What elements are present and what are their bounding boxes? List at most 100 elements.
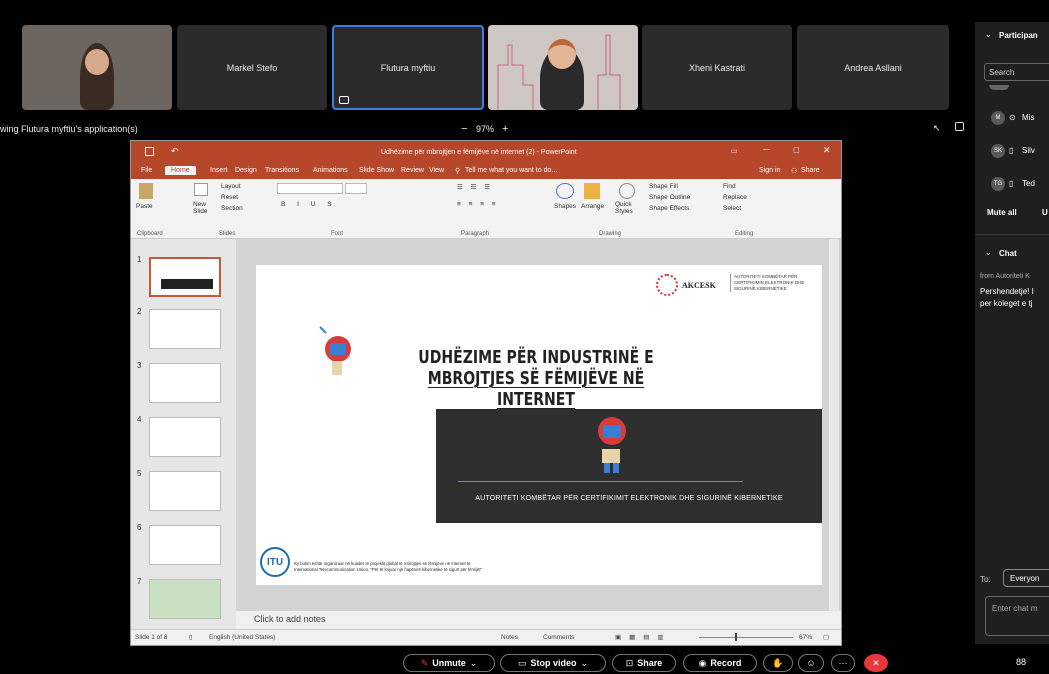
slide-thumb-5[interactable] [149, 471, 221, 511]
record-icon: ◉ [698, 657, 707, 668]
participant-name[interactable]: Mis [1022, 113, 1034, 122]
current-slide[interactable]: AKCESK AUTORITETI KOMBËTAR PËR CERTIFIKI… [256, 265, 822, 585]
minimize-icon[interactable]: — [763, 146, 770, 153]
maximize-icon[interactable]: ▢ [793, 146, 800, 154]
ppt-ribbon-tabs: File Home Insert Design Transitions Anim… [131, 165, 841, 179]
chat-recipient-select[interactable]: Everyon [1003, 569, 1049, 587]
shape-outline-button[interactable]: Shape Outline [649, 194, 690, 201]
zoom-slider-thumb[interactable] [735, 633, 737, 641]
paste-icon[interactable] [139, 183, 153, 199]
ppt-share-button[interactable]: Share [801, 167, 820, 174]
fit-slide-icon[interactable]: ▢ [823, 633, 829, 641]
notes-pane[interactable]: Click to add notes [236, 611, 841, 629]
section-button[interactable]: Section [221, 205, 243, 212]
spellcheck-icon[interactable]: ▯ [189, 633, 193, 641]
zoom-slider[interactable] [699, 637, 793, 638]
mascot-standing-icon [598, 417, 626, 473]
sign-in-link[interactable]: Sign in [759, 167, 780, 174]
zoom-out-button[interactable]: − [461, 123, 467, 135]
video-tile-markel-stefo[interactable]: Markel Stefo [177, 25, 327, 110]
font-size-input[interactable] [345, 183, 367, 194]
slide-thumb-1[interactable] [149, 257, 221, 297]
unmute-button[interactable]: ✎ Unmute ⌄ [403, 654, 495, 672]
new-slide-icon[interactable] [194, 183, 208, 196]
ribbon-display-icon[interactable]: ▭ [731, 147, 738, 155]
slide-thumb-4[interactable] [149, 417, 221, 457]
tab-animations[interactable]: Animations [313, 167, 348, 174]
undo-icon[interactable]: ↶ [171, 146, 179, 157]
shapes-icon[interactable] [556, 183, 574, 199]
video-tile-xheni-kastrati[interactable]: Xheni Kastrati [642, 25, 792, 110]
share-viewing-bar: wing Flutura myftiu's application(s) − 9… [0, 118, 975, 140]
raise-hand-button[interactable]: ✋ [763, 654, 793, 672]
slide-scrollbar[interactable] [829, 239, 839, 611]
share-screen-icon: ⊡ [625, 657, 634, 668]
slide-thumbnails-pane: 1 2 3 4 5 6 7 [131, 239, 236, 629]
notes-button[interactable]: Notes [501, 634, 518, 641]
share-button[interactable]: ⊡ Share [612, 654, 676, 672]
right-side-panel: ⌄ Participan Search M ⊙ Mis SK ▯ Silv TG… [975, 22, 1049, 644]
participant-face [548, 39, 576, 69]
slide-thumb-7[interactable] [149, 579, 221, 619]
tab-view[interactable]: View [429, 167, 444, 174]
shape-effects-button[interactable]: Shape Effects [649, 205, 689, 212]
reactions-button[interactable]: ☺ [798, 654, 824, 672]
akcesk-logo: AKCESK AUTORITETI KOMBËTAR PËR CERTIFIKI… [656, 271, 816, 299]
chat-chevron-icon[interactable]: ⌄ [985, 248, 992, 257]
tab-insert[interactable]: Insert [210, 167, 228, 174]
shapes-button[interactable]: Shapes [554, 203, 576, 210]
participant-tile-name: Andrea Asllani [844, 62, 902, 73]
tab-review[interactable]: Review [401, 167, 424, 174]
font-name-input[interactable] [277, 183, 343, 194]
new-slide-button[interactable]: New Slide [193, 201, 215, 215]
replace-button[interactable]: Replace [723, 194, 747, 201]
tab-slide-show[interactable]: Slide Show [359, 167, 394, 174]
popout-icon[interactable] [955, 122, 964, 131]
tell-me-box[interactable]: Tell me what you want to do... [465, 167, 557, 174]
participant-name[interactable]: Silv [1022, 146, 1035, 155]
zoom-in-button[interactable]: + [502, 123, 508, 135]
language-indicator[interactable]: English (United States) [209, 634, 275, 641]
ppt-ribbon: Paste New Slide Layout Reset Section B I… [131, 179, 841, 239]
arrange-icon[interactable] [584, 183, 600, 199]
quick-styles-icon[interactable] [619, 183, 635, 199]
chat-input[interactable]: Enter chat m [985, 596, 1049, 636]
align-buttons[interactable]: ≡ ≡ ≡ ≡ [457, 201, 499, 208]
slide-thumb-2[interactable] [149, 309, 221, 349]
slide-thumb-6[interactable] [149, 525, 221, 565]
participant-name[interactable]: Ted [1022, 179, 1035, 188]
video-tile-flutura-myftiu[interactable]: Flutura myftiu [332, 25, 484, 110]
tab-home[interactable]: Home [165, 166, 196, 175]
layout-button[interactable]: Layout [221, 183, 241, 190]
tab-file[interactable]: File [141, 167, 152, 174]
close-icon[interactable]: ✕ [823, 145, 831, 156]
tab-design[interactable]: Design [235, 167, 257, 174]
bullets-buttons[interactable]: ☰ ☰ ☰ [457, 183, 493, 191]
reset-button[interactable]: Reset [221, 194, 238, 201]
find-button[interactable]: Find [723, 183, 736, 190]
unmute-all-button[interactable]: U [1042, 208, 1048, 217]
more-options-button[interactable]: ··· [831, 654, 855, 672]
view-buttons[interactable]: ▣▦▤▥ [615, 633, 672, 641]
participants-chevron-icon[interactable]: ⌄ [985, 30, 992, 39]
comments-button[interactable]: Comments [543, 634, 574, 641]
record-button[interactable]: ◉ Record [683, 654, 757, 672]
font-format-buttons[interactable]: B I U S [281, 201, 337, 208]
participants-search-input[interactable]: Search [984, 63, 1049, 81]
stop-video-button[interactable]: ▭ Stop video ⌄ [500, 654, 606, 672]
shape-fill-button[interactable]: Shape Fill [649, 183, 678, 190]
layout-grid-icon[interactable]: 88 [1016, 657, 1026, 667]
video-tile-1[interactable] [22, 25, 172, 110]
video-tile-andrea-asllani[interactable]: Andrea Asllani [797, 25, 949, 110]
mute-all-button[interactable]: Mute all [987, 208, 1017, 217]
end-meeting-button[interactable]: ✕ [864, 654, 888, 672]
slide-thumb-3[interactable] [149, 363, 221, 403]
annotate-icon[interactable]: ↖ [933, 123, 941, 134]
arrange-button[interactable]: Arrange [581, 203, 604, 210]
video-tile-4[interactable] [488, 25, 638, 110]
save-icon[interactable] [145, 147, 154, 156]
select-button[interactable]: Select [723, 205, 741, 212]
tab-transitions[interactable]: Transitions [265, 167, 299, 174]
quick-styles-button[interactable]: Quick Styles [615, 201, 641, 215]
paste-button[interactable]: Paste [136, 203, 153, 210]
